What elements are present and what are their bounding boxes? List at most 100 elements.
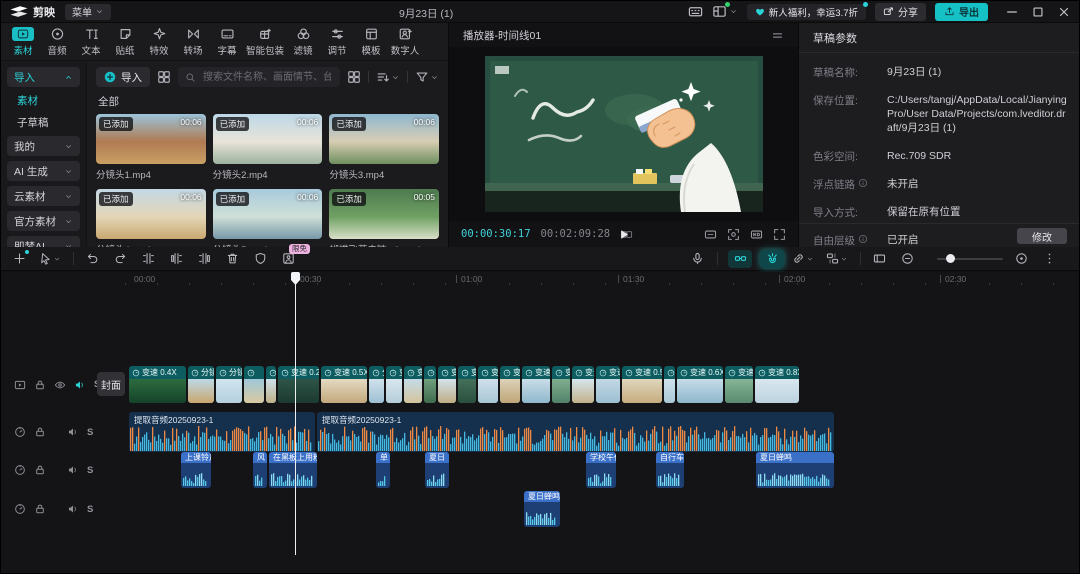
ribbon-tab-text[interactable]: 文本	[74, 25, 108, 59]
sound-effect-clip[interactable]: 学校午休	[586, 452, 616, 488]
sidebar-item-我的[interactable]: 我的	[7, 136, 80, 156]
ribbon-tab-caption[interactable]: 字幕	[210, 25, 244, 59]
sound-icon[interactable]	[67, 464, 79, 476]
sidebar-item-官方素材[interactable]: 官方素材	[7, 211, 80, 231]
media-thumbnail[interactable]: 已添加00:06	[213, 114, 323, 164]
sound-effect-clip[interactable]: 在黑板上用粉笔	[269, 452, 317, 488]
video-clip[interactable]: 变速 0.6X	[677, 366, 723, 403]
delete-left-button[interactable]	[168, 251, 184, 267]
video-clip[interactable]: 变	[478, 366, 498, 403]
video-clip[interactable]: 变	[386, 366, 402, 403]
share-button[interactable]: 分享	[875, 3, 926, 21]
video-clip[interactable]: 变速 0.5X	[572, 366, 594, 403]
video-clip[interactable]: 变速 0.5X	[622, 366, 662, 403]
media-thumbnail[interactable]: 已添加00:05	[329, 189, 439, 239]
select-tool-button[interactable]	[39, 251, 61, 267]
ribbon-tab-pack[interactable]: 智能包装	[244, 25, 286, 59]
ratio-icon[interactable]	[704, 228, 717, 241]
auto-snap-toggle[interactable]	[760, 250, 784, 268]
video-track[interactable]: 变速 0.4X分镜头1分镜5变速 0.2X变速 0.5X分变变速蝴蝶变变速变变速…	[129, 366, 1079, 403]
quality-hdr-icon[interactable]	[750, 228, 763, 241]
export-button[interactable]: 导出	[935, 3, 988, 21]
video-clip[interactable]: 蝴蝶	[424, 366, 436, 403]
sidebar-item-导入[interactable]: 导入	[7, 67, 80, 87]
undo-button[interactable]	[84, 251, 100, 267]
ribbon-tab-sticker[interactable]: 贴纸	[108, 25, 142, 59]
solo-button[interactable]: S	[87, 465, 93, 476]
ribbon-tab-filter[interactable]: 滤镜	[286, 25, 320, 59]
sound-icon[interactable]	[74, 379, 86, 391]
sound-effect-clip[interactable]: 夏日蝉鸣	[524, 491, 560, 527]
media-item[interactable]: 已添加00:06分镜头3.mp4	[329, 114, 439, 181]
add-media-button[interactable]	[11, 251, 27, 267]
gauge-icon[interactable]	[14, 503, 26, 515]
timeline[interactable]: 00:0000:3001:0001:3002:0002:30 SSSS 封面 变…	[1, 272, 1079, 573]
record-voiceover-button[interactable]	[689, 251, 705, 267]
sfx-track-1[interactable]: 上课铃声 风在黑板上用粉笔 单夏日 学校午休 自行车铃 夏日蝉鸣	[129, 452, 1079, 488]
solo-button[interactable]: S	[87, 427, 93, 438]
video-clip[interactable]: 分镜5	[216, 366, 242, 403]
media-thumbnail[interactable]: 已添加00:06	[329, 114, 439, 164]
cover-button[interactable]: 封面	[97, 372, 125, 396]
timeline-zoom-out-button[interactable]	[899, 251, 915, 267]
maximize-button[interactable]	[1031, 5, 1045, 19]
video-clip[interactable]: 变速 0.3X	[522, 366, 550, 403]
filter-button[interactable]	[415, 70, 439, 84]
preview-axis-button[interactable]	[871, 251, 887, 267]
ribbon-tab-audio[interactable]: 音频	[40, 25, 74, 59]
promo-badge[interactable]: 新人福利，幸运3.7折	[747, 4, 866, 20]
video-clip[interactable]: 变速	[458, 366, 476, 403]
sound-effect-clip[interactable]: 自行车铃	[656, 452, 684, 488]
sidebar-item-云素材[interactable]: 云素材	[7, 186, 80, 206]
video-clip[interactable]: 变	[438, 366, 456, 403]
media-thumbnail[interactable]: 已添加00:06	[96, 114, 206, 164]
minimize-button[interactable]	[1005, 5, 1019, 19]
video-clip[interactable]: 分	[664, 366, 675, 403]
timeline-zoom-slider[interactable]	[937, 252, 1003, 266]
close-button[interactable]	[1057, 5, 1071, 19]
video-clip[interactable]: 变速 0.2X	[278, 366, 319, 403]
ribbon-tab-transition[interactable]: 转场	[176, 25, 210, 59]
mask-button[interactable]	[252, 251, 268, 267]
video-clip[interactable]	[244, 366, 264, 403]
media-item[interactable]: 已添加00:06分镜头2.mp4	[213, 114, 323, 181]
sound-effect-clip[interactable]: 单	[376, 452, 390, 488]
more-options-button[interactable]	[1041, 251, 1057, 267]
audio-track[interactable]: 提取音频20250923-1提取音频20250923-1	[129, 412, 1079, 452]
solo-button[interactable]: S	[87, 504, 93, 515]
sound-effect-clip[interactable]: 夏日蝉鸣	[756, 452, 834, 488]
ribbon-tab-template[interactable]: 模板	[354, 25, 388, 59]
redo-button[interactable]	[112, 251, 128, 267]
video-clip[interactable]	[266, 366, 276, 403]
media-item[interactable]: 已添加00:06分镜头1.mp4	[96, 114, 206, 181]
sound-effect-clip[interactable]: 风	[253, 452, 267, 488]
sound-icon[interactable]	[67, 426, 79, 438]
sort-button[interactable]	[376, 70, 400, 84]
lock-icon[interactable]	[34, 464, 46, 476]
gauge-icon[interactable]	[14, 464, 26, 476]
sound-effect-clip[interactable]: 上课铃声	[181, 452, 211, 488]
media-item[interactable]: 已添加00:06分镜头4.mp4	[96, 189, 206, 256]
smart-matting-button[interactable]: 限免	[280, 251, 296, 267]
player-menu-icon[interactable]	[771, 29, 784, 42]
shortcut-keyboard-icon[interactable]	[688, 4, 703, 19]
video-clip[interactable]: 变速	[596, 366, 620, 403]
sidebar-item-子草稿[interactable]: 子草稿	[7, 114, 80, 131]
sound-effect-clip[interactable]: 夏日	[425, 452, 449, 488]
timeline-fit-button[interactable]	[1013, 251, 1029, 267]
video-clip[interactable]: 分镜头1	[188, 366, 214, 403]
player-canvas[interactable]	[449, 47, 798, 221]
split-button[interactable]	[140, 251, 156, 267]
timeline-ruler[interactable]: 00:0000:3001:0001:3002:0002:30	[125, 272, 1079, 288]
video-clip[interactable]: 变速	[404, 366, 422, 403]
gauge-icon[interactable]	[14, 426, 26, 438]
collage-icon[interactable]	[157, 70, 171, 84]
video-clip[interactable]: 分	[369, 366, 384, 403]
video-clip[interactable]: 变速	[725, 366, 753, 403]
grid-view-icon[interactable]	[347, 70, 361, 84]
lock-icon[interactable]	[34, 503, 46, 515]
sound-icon[interactable]	[67, 503, 79, 515]
fit-canvas-icon[interactable]	[727, 228, 740, 241]
ribbon-tab-avatar[interactable]: 数字人	[388, 25, 422, 59]
lock-icon[interactable]	[34, 379, 46, 391]
